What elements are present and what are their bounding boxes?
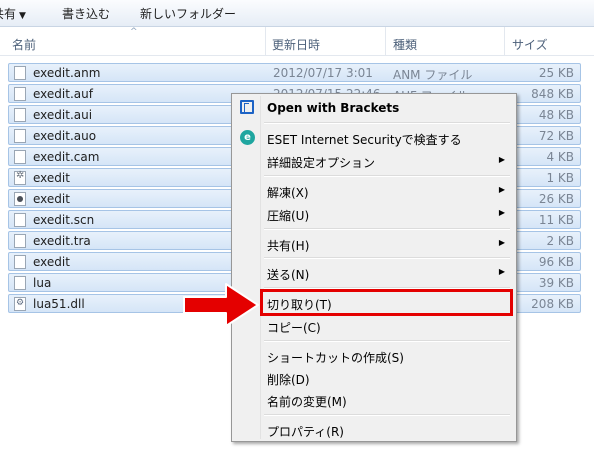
column-divider[interactable] — [504, 27, 505, 55]
file-name: lua — [33, 276, 52, 290]
document-icon — [14, 66, 26, 80]
menu-separator — [264, 175, 510, 177]
file-size: 72 KB — [538, 129, 574, 143]
menu-item-label: 詳細設定オプション — [267, 156, 376, 170]
file-size: 48 KB — [538, 108, 574, 122]
submenu-arrow-icon: ▶ — [498, 267, 505, 276]
chevron-down-icon: ▼ — [19, 11, 26, 21]
cut-highlight-box — [260, 289, 513, 316]
file-name: exedit.auf — [33, 87, 93, 101]
document-icon — [14, 234, 26, 248]
red-arrow-icon — [183, 283, 259, 327]
file-size: 25 KB — [538, 66, 574, 80]
submenu-arrow-icon: ▶ — [498, 238, 505, 247]
menu-item-label: プロパティ(R) — [267, 425, 344, 439]
menu-item-label: 解凍(X) — [267, 186, 309, 200]
settings-file-icon — [14, 170, 26, 185]
document-icon — [14, 150, 26, 164]
file-name: exedit.aui — [33, 108, 93, 122]
menu-item-label: 共有(H) — [267, 239, 310, 253]
menu-item-open-with-brackets[interactable]: Open with Brackets — [235, 97, 513, 119]
file-size: 11 KB — [538, 213, 574, 227]
menu-item-share[interactable]: 共有(H) ▶ — [235, 233, 513, 255]
file-size: 96 KB — [538, 255, 574, 269]
document-icon — [14, 108, 26, 122]
menu-item-delete[interactable]: 削除(D) — [235, 367, 513, 389]
column-divider[interactable] — [265, 27, 266, 55]
file-size: 208 KB — [531, 297, 574, 311]
file-name: exedit.cam — [33, 150, 100, 164]
file-name: lua51.dll — [33, 297, 85, 311]
file-size: 2 KB — [546, 234, 574, 248]
file-row[interactable]: exedit.anm 2012/07/17 3:01 ANM ファイル 25 K… — [8, 63, 581, 82]
file-date: 2012/07/17 3:01 — [273, 66, 373, 80]
menu-item-label: Open with Brackets — [267, 101, 400, 115]
menu-item-label: ESET Internet Securityで検査する — [267, 133, 462, 147]
menu-item-advanced-options[interactable]: 詳細設定オプション ▶ — [235, 150, 513, 172]
document-icon — [14, 87, 26, 101]
menu-item-eset-scan[interactable]: e ESET Internet Securityで検査する — [235, 127, 513, 149]
share-menu-label: 共有 — [0, 7, 17, 21]
file-name: exedit — [33, 192, 70, 206]
menu-separator — [264, 414, 510, 416]
document-icon — [14, 213, 26, 227]
command-bar: 共有▼ 書き込む 新しいフォルダー — [0, 0, 594, 27]
document-icon — [14, 276, 26, 290]
menu-item-label: 送る(N) — [267, 268, 310, 282]
application-icon — [14, 192, 26, 206]
menu-item-label: 名前の変更(M) — [267, 395, 347, 409]
context-menu: Open with Brackets e ESET Internet Secur… — [231, 93, 517, 442]
file-name: exedit.auo — [33, 129, 97, 143]
column-header-type[interactable]: 種類 — [393, 36, 417, 53]
share-menu-button[interactable]: 共有▼ — [0, 5, 26, 22]
menu-item-label: 削除(D) — [267, 373, 310, 387]
menu-separator — [264, 340, 510, 342]
menu-item-label: ショートカットの作成(S) — [267, 351, 404, 365]
file-size: 26 KB — [538, 192, 574, 206]
menu-item-properties[interactable]: プロパティ(R) — [235, 419, 513, 441]
column-header-date[interactable]: 更新日時 — [272, 36, 320, 53]
menu-item-copy[interactable]: コピー(C) — [235, 315, 513, 337]
file-name: exedit — [33, 255, 70, 269]
submenu-arrow-icon: ▶ — [498, 155, 505, 164]
column-header-size[interactable]: サイズ — [512, 36, 548, 53]
file-name: exedit.scn — [33, 213, 95, 227]
file-size: 4 KB — [546, 150, 574, 164]
submenu-arrow-icon: ▶ — [498, 185, 505, 194]
column-divider[interactable] — [385, 27, 386, 55]
column-header-bar: ^ 名前 更新日時 種類 サイズ — [0, 27, 594, 56]
eset-icon: e — [240, 130, 255, 145]
dll-icon — [14, 297, 26, 311]
file-size: 1 KB — [546, 171, 574, 185]
menu-item-extract[interactable]: 解凍(X) ▶ — [235, 180, 513, 202]
file-name: exedit — [33, 171, 70, 185]
submenu-arrow-icon: ▶ — [498, 208, 505, 217]
file-name: exedit.tra — [33, 234, 91, 248]
new-folder-button[interactable]: 新しいフォルダー — [140, 5, 236, 22]
menu-item-create-shortcut[interactable]: ショートカットの作成(S) — [235, 345, 513, 367]
menu-item-rename[interactable]: 名前の変更(M) — [235, 389, 513, 411]
menu-separator — [264, 228, 510, 230]
menu-item-send-to[interactable]: 送る(N) ▶ — [235, 262, 513, 284]
file-type: ANM ファイル — [393, 68, 473, 82]
file-name: exedit.anm — [33, 66, 101, 80]
brackets-icon — [240, 100, 254, 114]
burn-button[interactable]: 書き込む — [62, 5, 110, 22]
column-header-name[interactable]: 名前 — [12, 36, 36, 53]
sort-ascending-icon: ^ — [130, 27, 138, 37]
menu-item-compress[interactable]: 圧縮(U) ▶ — [235, 203, 513, 225]
menu-separator — [264, 257, 510, 259]
menu-separator — [264, 122, 510, 124]
document-icon — [14, 129, 26, 143]
file-size: 39 KB — [538, 276, 574, 290]
menu-item-label: 圧縮(U) — [267, 209, 310, 223]
document-icon — [14, 255, 26, 269]
menu-item-label: コピー(C) — [267, 321, 321, 335]
file-size: 848 KB — [531, 87, 574, 101]
